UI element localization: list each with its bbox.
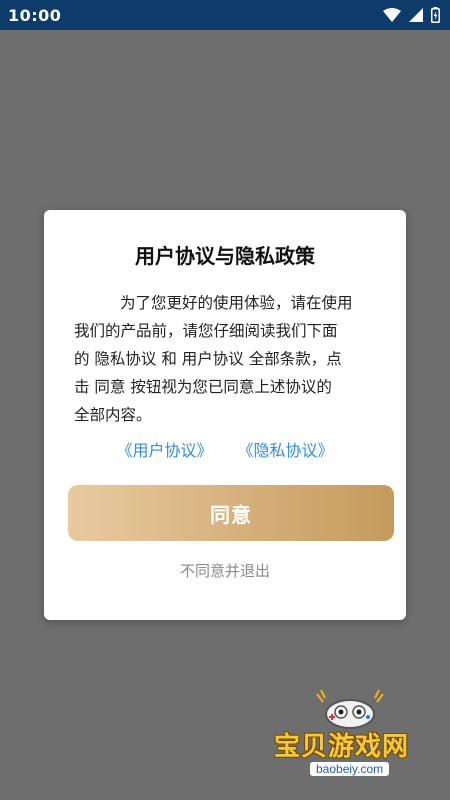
dialog-title: 用户协议与隐私政策 bbox=[135, 244, 315, 268]
body-line-1: 为了您更好的使用体验，请在使用 bbox=[120, 294, 353, 312]
status-bar: 10:00 bbox=[0, 0, 450, 30]
body-line-4: 击 同意 按钮视为您已同意上述协议的 bbox=[74, 378, 332, 396]
decline-exit-button[interactable]: 不同意并退出 bbox=[44, 560, 406, 581]
gamepad-mascot-icon bbox=[316, 690, 384, 729]
user-agreement-link[interactable]: 《用户协议》 bbox=[116, 441, 212, 460]
status-time: 10:00 bbox=[8, 5, 62, 25]
privacy-policy-link[interactable]: 《隐私协议》 bbox=[238, 441, 334, 460]
wifi-icon bbox=[383, 8, 401, 22]
body-line-5: 全部内容。 bbox=[74, 406, 152, 424]
battery-icon bbox=[431, 7, 440, 23]
watermark-site-name: 宝贝游戏网 bbox=[274, 732, 410, 762]
dialog-body: 为了您更好的使用体验，请在使用 我们的产品前，请您仔细阅读我们下面 的 隐私协议… bbox=[74, 289, 378, 429]
body-line-2: 我们的产品前，请您仔细阅读我们下面 bbox=[74, 322, 338, 340]
agreement-links: 《用户协议》 《隐私协议》 bbox=[44, 437, 406, 461]
agreement-dialog: 用户协议与隐私政策 为了您更好的使用体验，请在使用 我们的产品前，请您仔细阅读我… bbox=[44, 210, 406, 620]
agree-button[interactable]: 同意 bbox=[68, 485, 394, 541]
status-icons bbox=[383, 7, 440, 23]
watermark: 宝贝游戏网 baobeiy.com bbox=[270, 690, 440, 790]
watermark-site-url: baobeiy.com bbox=[310, 762, 390, 776]
body-line-3: 的 隐私协议 和 用户协议 全部条款，点 bbox=[74, 350, 342, 368]
signal-icon bbox=[409, 8, 423, 22]
